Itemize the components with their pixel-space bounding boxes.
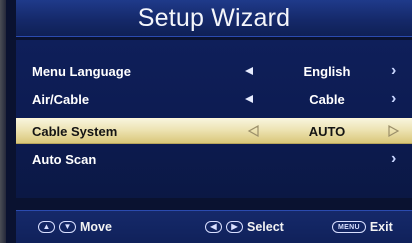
menu-item-air-cable[interactable]: Air/Cable Cable › <box>16 86 412 112</box>
menu-item-label: Menu Language <box>32 63 131 79</box>
menu-key-icon: MENU <box>332 221 366 233</box>
menu-item-value: Cable <box>309 91 345 107</box>
select-label: Select <box>247 220 284 234</box>
tv-osd-screen: Setup Wizard Menu Language English › Air… <box>0 0 412 243</box>
left-arrow-icon[interactable] <box>245 67 253 75</box>
right-arrow-hint-icon: ▶ <box>226 221 243 233</box>
title-bar: Setup Wizard <box>16 0 412 37</box>
move-label: Move <box>80 220 112 234</box>
menu-item-menu-language[interactable]: Menu Language English › <box>16 58 412 84</box>
left-arrow-icon[interactable] <box>245 95 253 103</box>
menu-item-label: Air/Cable <box>32 91 90 107</box>
page-title: Setup Wizard <box>137 3 291 32</box>
menu-item-label: Auto Scan <box>32 151 97 167</box>
screen-bezel <box>0 0 6 243</box>
right-arrow-outline-icon[interactable] <box>388 125 400 137</box>
up-arrow-icon: ▲ <box>38 221 55 233</box>
menu-item-label: Cable System <box>32 123 118 139</box>
menu-item-value: English <box>303 63 351 79</box>
move-hint: ▲ ▼ Move <box>38 220 112 234</box>
menu-item-value: AUTO <box>308 123 346 139</box>
select-hint: ◀ ▶ Select <box>205 220 284 234</box>
chevron-right-icon[interactable]: › <box>391 91 396 107</box>
left-arrow-outline-icon[interactable] <box>247 125 259 137</box>
chevron-right-icon[interactable]: › <box>391 63 396 79</box>
chevron-right-icon[interactable]: › <box>391 151 396 167</box>
menu-item-auto-scan[interactable]: Auto Scan › <box>16 146 412 172</box>
down-arrow-icon: ▼ <box>59 221 76 233</box>
menu-item-cable-system[interactable]: Cable System AUTO <box>16 118 412 144</box>
left-arrow-hint-icon: ◀ <box>205 221 222 233</box>
exit-label: Exit <box>369 220 393 234</box>
exit-hint: MENU Exit <box>332 220 393 234</box>
